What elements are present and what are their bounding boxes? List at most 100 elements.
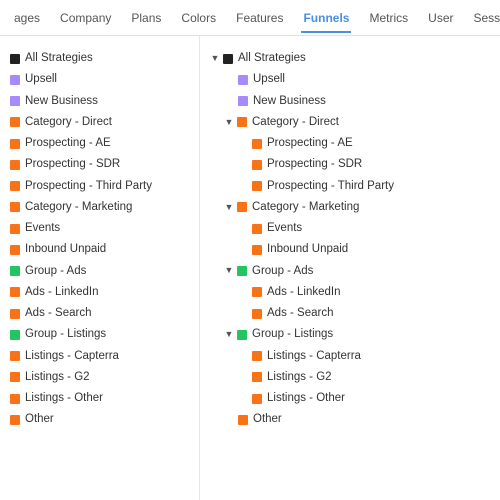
list-item[interactable]: Prospecting - Third Party	[8, 176, 191, 197]
item-label: Upsell	[25, 71, 57, 88]
list-item[interactable]: Prospecting - SDR	[8, 154, 191, 175]
color-swatch	[10, 245, 20, 255]
arrow-placeholder	[238, 308, 250, 320]
color-swatch	[10, 96, 20, 106]
list-item[interactable]: Prospecting - Third Party	[208, 176, 492, 197]
item-label: Category - Direct	[252, 114, 339, 131]
color-swatch	[252, 394, 262, 404]
list-item[interactable]: Listings - Capterra	[8, 346, 191, 367]
expand-arrow-icon[interactable]: ▼	[224, 266, 234, 276]
item-label: Ads - Search	[267, 305, 333, 322]
list-item[interactable]: Group - Listings	[8, 324, 191, 345]
expand-arrow-icon[interactable]: ▼	[210, 54, 220, 64]
arrow-placeholder	[238, 371, 250, 383]
color-swatch	[252, 372, 262, 382]
item-label: Prospecting - Third Party	[25, 178, 152, 195]
list-item[interactable]: Ads - Search	[208, 303, 492, 324]
color-swatch	[10, 75, 20, 85]
list-item[interactable]: Events	[8, 218, 191, 239]
main-content: All Strategies Upsell New Business Category…	[0, 36, 500, 500]
color-swatch	[10, 394, 20, 404]
list-item[interactable]: Upsell	[208, 69, 492, 90]
list-item[interactable]: Upsell	[8, 69, 191, 90]
item-label: All Strategies	[25, 50, 93, 67]
list-item[interactable]: ▼ Group - Ads	[208, 261, 492, 282]
arrow-placeholder	[224, 95, 236, 107]
arrow-placeholder	[238, 223, 250, 235]
item-label: Listings - G2	[25, 369, 90, 386]
item-label: Ads - LinkedIn	[267, 284, 341, 301]
item-label: New Business	[25, 93, 98, 110]
item-label: Group - Ads	[252, 263, 313, 280]
color-swatch	[10, 415, 20, 425]
arrow-placeholder	[224, 414, 236, 426]
expand-arrow-icon[interactable]: ▼	[224, 202, 234, 212]
item-label: Group - Listings	[252, 326, 333, 343]
item-label: Listings - G2	[267, 369, 332, 386]
list-item[interactable]: Listings - G2	[8, 367, 191, 388]
color-swatch	[252, 351, 262, 361]
list-item[interactable]: Listings - Capterra	[208, 346, 492, 367]
nav-item-company[interactable]: Company	[50, 3, 121, 33]
expand-arrow-icon[interactable]: ▼	[224, 330, 234, 340]
item-label: Upsell	[253, 71, 285, 88]
item-label: Prospecting - AE	[25, 135, 111, 152]
list-item[interactable]: Prospecting - AE	[8, 133, 191, 154]
nav-item-ages[interactable]: ages	[4, 3, 50, 33]
list-item[interactable]: ▼ Group - Listings	[208, 324, 492, 345]
item-label: Events	[25, 220, 60, 237]
color-swatch	[10, 224, 20, 234]
color-swatch	[238, 96, 248, 106]
item-label: Prospecting - SDR	[267, 156, 362, 173]
list-item[interactable]: Prospecting - AE	[208, 133, 492, 154]
color-swatch	[10, 160, 20, 170]
nav-item-colors[interactable]: Colors	[171, 3, 226, 33]
list-item[interactable]: Ads - LinkedIn	[8, 282, 191, 303]
item-label: Prospecting - Third Party	[267, 178, 394, 195]
list-item[interactable]: Listings - Other	[208, 388, 492, 409]
item-label: Listings - Capterra	[267, 348, 361, 365]
nav-item-user[interactable]: User	[418, 3, 463, 33]
list-item[interactable]: Listings - Other	[8, 388, 191, 409]
expand-arrow-icon[interactable]: ▼	[224, 117, 234, 127]
list-item[interactable]: ▼Category - Marketing	[208, 197, 492, 218]
item-label: Listings - Capterra	[25, 348, 119, 365]
list-item[interactable]: Inbound Unpaid	[8, 239, 191, 260]
list-item[interactable]: Category - Marketing	[8, 197, 191, 218]
arrow-placeholder	[238, 286, 250, 298]
nav-item-funnels[interactable]: Funnels	[293, 3, 359, 33]
list-item[interactable]: New Business	[208, 91, 492, 112]
item-label: Prospecting - AE	[267, 135, 353, 152]
item-label: Prospecting - SDR	[25, 156, 120, 173]
item-label: Listings - Other	[25, 390, 103, 407]
list-item[interactable]: New Business	[8, 91, 191, 112]
list-item[interactable]: ▼All Strategies	[208, 48, 492, 69]
item-label: Group - Ads	[25, 263, 86, 280]
arrow-placeholder	[224, 74, 236, 86]
list-item[interactable]: Group - Ads	[8, 261, 191, 282]
nav-item-metrics[interactable]: Metrics	[359, 3, 418, 33]
item-label: Inbound Unpaid	[25, 241, 106, 258]
item-label: New Business	[253, 93, 326, 110]
list-item[interactable]: Inbound Unpaid	[208, 239, 492, 260]
nav-item-session-prefer---[interactable]: Session Prefer...	[464, 3, 500, 33]
list-item[interactable]: Ads - LinkedIn	[208, 282, 492, 303]
list-item[interactable]: Other	[8, 409, 191, 430]
nav-item-plans[interactable]: Plans	[121, 3, 171, 33]
list-item[interactable]: Prospecting - SDR	[208, 154, 492, 175]
left-panel: All Strategies Upsell New Business Category…	[0, 36, 200, 500]
list-item[interactable]: All Strategies	[8, 48, 191, 69]
list-item[interactable]: Ads - Search	[8, 303, 191, 324]
list-item[interactable]: Listings - G2	[208, 367, 492, 388]
list-item[interactable]: Other	[208, 409, 492, 430]
color-swatch	[10, 139, 20, 149]
item-label: Category - Direct	[25, 114, 112, 131]
color-swatch	[252, 309, 262, 319]
list-item[interactable]: Category - Direct	[8, 112, 191, 133]
list-item[interactable]: Events	[208, 218, 492, 239]
color-swatch	[238, 75, 248, 85]
color-swatch	[10, 287, 20, 297]
list-item[interactable]: ▼ Category - Direct	[208, 112, 492, 133]
nav-item-features[interactable]: Features	[226, 3, 293, 33]
arrow-placeholder	[238, 350, 250, 362]
